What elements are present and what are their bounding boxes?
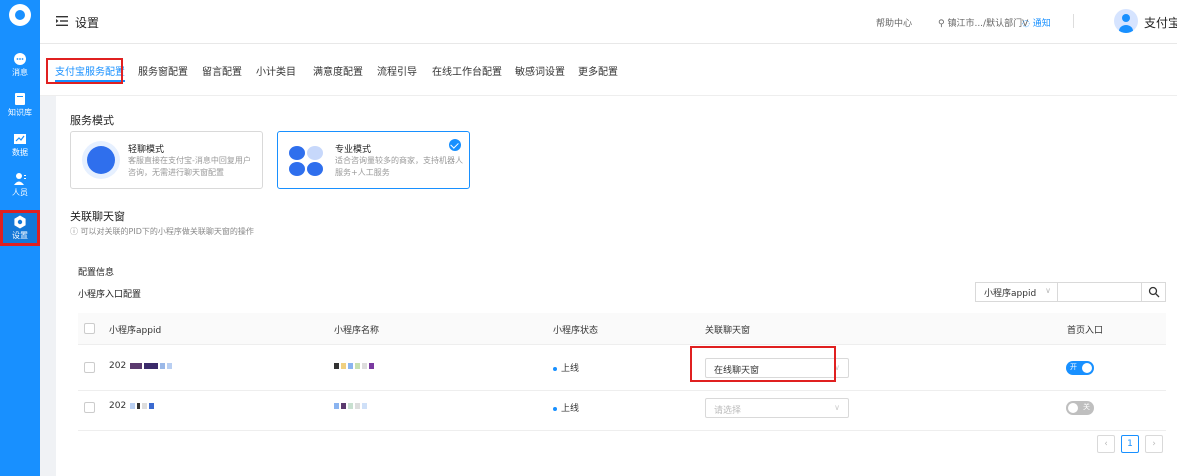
col-chat: 关联聊天窗 <box>705 326 751 336</box>
highlight-box <box>690 346 836 382</box>
chevron-down-icon: ∨ <box>834 403 840 412</box>
home-entry-toggle[interactable]: 关 <box>1066 401 1094 415</box>
app-root: 消息 知识库 数据 人员 设置 设置 帮助中心 ⚲ 镇江市.../默认部门V ◌… <box>0 0 1177 476</box>
search-group: 小程序appid ∨ <box>975 282 1166 302</box>
tab-service-window[interactable]: 服务窗配置 <box>138 63 188 78</box>
people-icon <box>14 173 26 185</box>
col-status: 小程序状态 <box>553 326 599 336</box>
menu-fold-icon[interactable] <box>56 16 68 26</box>
rail-item-label: 人员 <box>12 188 28 197</box>
rail-item-label: 设置 <box>12 231 28 240</box>
search-button[interactable] <box>1141 283 1165 301</box>
highlight-box <box>46 58 123 84</box>
tab-more[interactable]: 更多配置 <box>578 63 618 78</box>
col-appid: 小程序appid <box>109 326 162 336</box>
mode-desc: 适合咨询量较多的商家，支持机器人服务+人工服务 <box>335 156 463 177</box>
entry-config-title: 小程序入口配置 <box>78 290 142 300</box>
org-selector[interactable]: ⚲ 镇江市.../默认部门V <box>938 16 1028 29</box>
appid-prefix: 202 <box>109 361 127 371</box>
name-cell <box>334 361 376 371</box>
col-home-entry: 首页入口 <box>1067 326 1104 336</box>
col-name: 小程序名称 <box>334 326 380 336</box>
status-badge: 上线 <box>553 401 579 414</box>
tab-sensitive-words[interactable]: 敏感词设置 <box>515 63 565 78</box>
pro-mode-icon <box>289 146 323 176</box>
toggle-label: 开 <box>1070 363 1077 371</box>
divider <box>1073 14 1074 28</box>
row-checkbox[interactable] <box>84 402 95 413</box>
search-field-select[interactable]: 小程序appid ∨ <box>976 283 1058 301</box>
chat-bubble-icon: ◌ <box>1022 19 1033 29</box>
related-chat-hint: ⓘ 可以对关联的PID下的小程序做关联聊天窗的操作 <box>70 227 254 236</box>
chevron-down-icon: ∨ <box>1045 286 1051 295</box>
rail-item-label: 数据 <box>12 148 28 157</box>
message-icon <box>14 53 26 65</box>
row-checkbox[interactable] <box>84 362 95 373</box>
avatar[interactable] <box>1114 9 1138 33</box>
prev-page-button[interactable]: ‹ <box>1097 435 1115 453</box>
rail-item-settings[interactable]: 设置 <box>0 210 40 246</box>
check-icon <box>449 139 461 151</box>
toggle-knob <box>1082 363 1092 373</box>
notify-link[interactable]: ◌ 通知 <box>1022 16 1051 29</box>
notify-label: 通知 <box>1032 19 1051 29</box>
home-entry-toggle[interactable]: 开 <box>1066 361 1094 375</box>
book-icon <box>15 93 25 105</box>
select-all-checkbox[interactable] <box>84 323 95 334</box>
search-input[interactable] <box>1059 283 1142 301</box>
light-mode-icon <box>82 141 120 179</box>
tab-satisfaction[interactable]: 满意度配置 <box>313 63 363 78</box>
next-page-button[interactable]: › <box>1145 435 1163 453</box>
left-rail: 消息 知识库 数据 人员 设置 <box>0 0 40 476</box>
tab-message[interactable]: 留言配置 <box>202 63 242 78</box>
config-info-title: 配置信息 <box>78 268 115 278</box>
toggle-label: 关 <box>1083 403 1090 411</box>
mode-title: 轻聊模式 <box>128 145 165 155</box>
rail-item-messages[interactable]: 消息 <box>0 52 40 78</box>
chat-window-select[interactable]: 请选择 ∨ <box>705 398 849 418</box>
page-number-button[interactable]: 1 <box>1121 435 1139 453</box>
main-content: 服务模式 轻聊模式 客服直接在支付宝-消息中回复用户咨询，无需进行聊天窗配置 专… <box>56 96 1177 476</box>
mode-title: 专业模式 <box>335 145 372 155</box>
help-center-link[interactable]: 帮助中心 <box>876 16 912 29</box>
service-mode-title: 服务模式 <box>70 114 114 127</box>
appid-cell: 202 <box>109 401 156 411</box>
mode-desc: 客服直接在支付宝-消息中回复用户咨询，无需进行聊天窗配置 <box>128 156 251 177</box>
tab-summary-category[interactable]: 小计类目 <box>256 63 296 78</box>
rail-item-label: 知识库 <box>8 108 32 117</box>
search-icon <box>1148 286 1160 298</box>
page-title: 设置 <box>75 16 100 30</box>
toggle-knob <box>1068 403 1078 413</box>
rail-item-knowledge[interactable]: 知识库 <box>0 92 40 118</box>
tab-flow-guide[interactable]: 流程引导 <box>377 63 417 78</box>
mode-card-light[interactable]: 轻聊模式 客服直接在支付宝-消息中回复用户咨询，无需进行聊天窗配置 <box>70 131 263 189</box>
mode-card-pro[interactable]: 专业模式 适合咨询量较多的商家，支持机器人服务+人工服务 <box>277 131 470 189</box>
user-name[interactable]: 支付宝. <box>1144 14 1177 31</box>
table-header: 小程序appid 小程序名称 小程序状态 关联聊天窗 首页入口 <box>78 313 1166 345</box>
config-tabs: 支付宝服务配置 服务窗配置 留言配置 小计类目 满意度配置 流程引导 在线工作台… <box>40 44 1177 96</box>
top-bar: 设置 帮助中心 ⚲ 镇江市.../默认部门V ◌ 通知 支付宝. <box>40 0 1177 44</box>
search-field-label: 小程序appid <box>984 289 1037 299</box>
tab-workbench[interactable]: 在线工作台配置 <box>432 63 502 78</box>
name-cell <box>334 401 369 411</box>
rail-item-people[interactable]: 人员 <box>0 172 40 198</box>
chart-icon <box>14 134 26 144</box>
related-chat-title: 关联聊天窗 <box>70 210 125 223</box>
status-badge: 上线 <box>553 361 579 374</box>
org-label: 镇江市.../默认部门V <box>947 19 1029 29</box>
appid-prefix: 202 <box>109 401 127 411</box>
logo-icon[interactable] <box>9 4 31 26</box>
gear-icon <box>14 215 26 229</box>
masked-text <box>130 361 174 371</box>
masked-text <box>130 401 156 411</box>
rail-item-label: 消息 <box>12 68 28 77</box>
appid-cell: 202 <box>109 361 174 371</box>
table-row: 202 上线 请选择 ∨ 关 <box>78 385 1166 431</box>
rail-item-data[interactable]: 数据 <box>0 132 40 158</box>
chat-window-placeholder: 请选择 <box>714 406 742 416</box>
